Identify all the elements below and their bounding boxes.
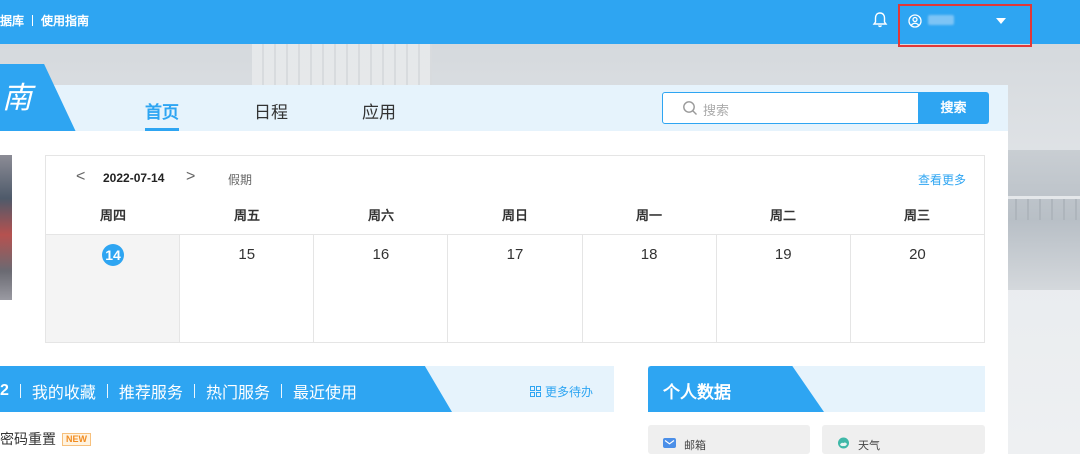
calendar-day[interactable]: 17 [448,235,583,342]
calendar-next-button[interactable]: > [186,168,195,186]
personal-data-title: 个人数据 [663,383,731,402]
tab-schedule[interactable]: 日程 [254,98,288,123]
calendar-day[interactable]: 20 [851,235,984,342]
background-riverside [1005,150,1080,290]
personal-card-mail[interactable]: 邮箱 [648,425,810,454]
new-badge: NEW [62,432,91,446]
day-number: 17 [506,246,524,263]
grid-icon [530,386,541,397]
weekday-label: 周日 [501,208,528,223]
more-todo-label: 更多待办 [545,385,594,399]
banner-image[interactable] [0,155,12,300]
top-nav-guide-link[interactable]: 使用指南 [41,12,89,29]
background-bridge [1005,196,1080,220]
search-placeholder: 搜索 [703,103,730,118]
calendar-day[interactable]: 19 [717,235,851,342]
top-nav-divider [32,15,34,26]
personal-card-label: 邮箱 [684,440,706,452]
service-item-password-reset[interactable]: 密码重置 NEW [0,429,91,449]
calendar-grid: 14 15 16 17 18 19 20 [46,234,984,342]
mail-icon [663,438,676,448]
chevron-down-icon[interactable] [996,18,1006,24]
background-building [252,44,432,86]
day-number: 16 [372,246,390,263]
top-nav: 据库 使用指南 [0,12,89,29]
tab-divider [106,384,108,398]
tab-divider [193,384,195,398]
logo-text: 南 [2,81,32,116]
user-menu[interactable]: 用户 [898,4,1032,47]
calendar-day[interactable]: 15 [180,235,315,342]
user-avatar-icon [908,14,922,28]
calendar-day[interactable]: 16 [314,235,449,342]
weekday-label: 周六 [367,208,394,223]
today-badge: 14 [102,244,124,266]
weekday-label: 周一 [635,208,662,223]
day-number: 19 [774,246,792,263]
service-item-label: 密码重置 [0,431,56,447]
day-number: 18 [640,246,658,263]
tab-recent[interactable]: 最近使用 [293,379,357,403]
tab-favorites[interactable]: 我的收藏 [32,379,96,403]
calendar-prev-button[interactable]: < [76,168,85,186]
calendar-weekday-header: 周四 周五 周六 周日 周一 周二 周三 [46,206,984,234]
search-icon [683,101,697,115]
calendar-date: 2022-07-14 [103,171,165,185]
bell-icon[interactable] [872,11,888,29]
search-input[interactable] [662,92,920,124]
tab-divider [280,384,282,398]
calendar-more-link[interactable]: 查看更多 [918,171,966,188]
weather-icon [838,437,849,449]
services-tabs: 2 我的收藏 推荐服务 热门服务 最近使用 [0,379,357,403]
calendar-holiday-label: 假期 [228,173,253,187]
day-number: 20 [909,246,926,263]
weekday-label: 周四 [99,208,126,223]
weekday-label: 周二 [769,208,796,223]
tab-divider [19,384,21,398]
search-button[interactable]: 搜索 [918,92,989,124]
tab-home[interactable]: 首页 [145,98,179,123]
personal-card-weather[interactable]: 天气 [822,425,985,454]
personal-card-label: 天气 [858,440,880,452]
day-number: 15 [238,246,256,263]
top-bar: 据库 使用指南 用户 [0,0,1080,47]
calendar-day[interactable]: 18 [583,235,717,342]
tab-recommended[interactable]: 推荐服务 [119,379,183,403]
tab-apps[interactable]: 应用 [362,98,396,123]
weekday-label: 周五 [233,208,260,223]
more-todo-link[interactable]: 更多待办 [530,383,593,400]
top-nav-database-link[interactable]: 据库 [0,12,24,29]
weekday-label: 周三 [903,208,930,223]
tab-services-partial[interactable]: 2 [0,382,9,400]
user-name: 用户 [928,15,954,25]
tab-popular[interactable]: 热门服务 [206,379,270,403]
calendar-day-today[interactable]: 14 [46,235,181,342]
